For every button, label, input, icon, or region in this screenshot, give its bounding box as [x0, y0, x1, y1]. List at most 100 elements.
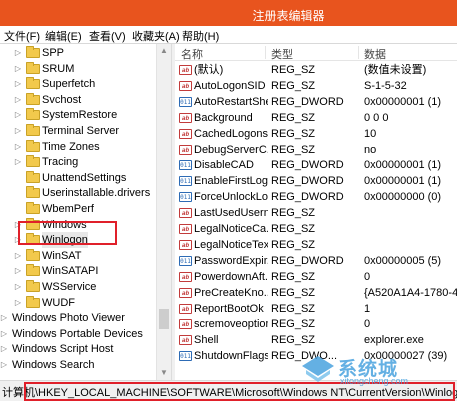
tree-item[interactable]: ▷ WinSATAPI — [0, 263, 160, 279]
tree-item[interactable]: WbemPerf — [0, 201, 160, 217]
string-value-icon: ab — [179, 208, 192, 219]
registry-tree: ▷ SPP ▷ SRUM ▷ Superfetch ▷ Svchost ▷ SystemResto… — [0, 44, 171, 380]
registry-value-row[interactable]: ab DebugServerC... REG_SZ no — [175, 142, 457, 158]
expand-arrow-icon[interactable]: ▷ — [14, 154, 22, 170]
value-data: explorer.exe — [364, 334, 424, 347]
expand-arrow-icon[interactable]: ▷ — [14, 107, 22, 123]
registry-value-row[interactable]: ab ReportBootOk REG_SZ 1 — [175, 301, 457, 317]
tree-item[interactable]: ▷ WUDF — [0, 295, 160, 311]
expand-arrow-icon[interactable]: ▷ — [14, 76, 22, 92]
string-value-icon: ab — [179, 239, 192, 250]
value-type: REG_SZ — [271, 302, 316, 315]
expand-arrow-icon[interactable]: ▷ — [14, 248, 22, 264]
tree-item[interactable]: ▷ Terminal Server — [0, 123, 160, 139]
tree-item[interactable]: Userinstallable.drivers — [0, 185, 160, 201]
tree-item-label: WinSAT — [42, 249, 82, 262]
tree-item[interactable]: ▷ Windows Photo Viewer — [0, 310, 160, 326]
value-list: 名称 类型 数据 ab (默认) REG_SZ (数值未设置) ab AutoLogonS… — [175, 44, 457, 380]
menu-favorites[interactable]: 收藏夹(A) — [132, 28, 180, 44]
string-value-icon: ab — [179, 319, 192, 330]
column-name[interactable]: 名称 — [181, 46, 203, 62]
highlight-box-winlogon — [18, 221, 117, 245]
tree-scrollbar[interactable]: ▲ ▼ — [156, 44, 171, 380]
registry-value-row[interactable]: abCachedLogons...REG_SZ 10 — [175, 126, 457, 142]
scrollbar-thumb[interactable] — [159, 309, 169, 329]
tree-item[interactable]: ▷ WSService — [0, 279, 160, 295]
registry-value-row[interactable]: ab PowerdownAft... REG_SZ 0 — [175, 269, 457, 285]
value-name: AutoLogonSID — [194, 79, 266, 92]
string-value-icon: ab — [179, 224, 192, 234]
tree-item[interactable]: ▷ Windows Portable Devices — [0, 326, 160, 342]
registry-value-row[interactable]: 011 PasswordExpir... REG_DWORD 0x00000005 (… — [175, 253, 457, 269]
value-type: REG_SZ — [271, 334, 316, 347]
value-data: 0 — [364, 318, 371, 331]
value-type: REG_SZ — [271, 318, 316, 331]
registry-value-row[interactable]: ab Shell REG_SZ explorer.exe — [175, 332, 457, 348]
scroll-up-icon[interactable]: ▲ — [157, 44, 171, 58]
tree-item[interactable]: ▷ Windows Search — [0, 357, 160, 373]
menu-file[interactable]: 文件(F) — [4, 28, 40, 44]
value-type: REG_SZ — [271, 111, 316, 124]
registry-value-row[interactable]: 011EnableFirstLog...REG_DWORD 0x00000001 … — [175, 173, 457, 189]
expand-arrow-icon[interactable]: ▷ — [14, 139, 22, 155]
tree-item-label: Windows Script Host — [12, 343, 114, 356]
expand-arrow-icon[interactable] — [14, 201, 22, 217]
expand-arrow-icon[interactable]: ▷ — [14, 61, 22, 77]
registry-value-row[interactable]: ab Background REG_SZ 0 0 0 — [175, 110, 457, 126]
column-divider[interactable] — [265, 46, 266, 59]
value-type: REG_SZ — [271, 238, 316, 251]
column-divider[interactable] — [358, 46, 359, 59]
tree-item[interactable]: ▷ SRUM — [0, 61, 160, 77]
scroll-down-icon[interactable]: ▼ — [157, 366, 171, 380]
value-name: Shell — [194, 334, 219, 347]
tree-item[interactable]: ▷ Tracing — [0, 154, 160, 170]
value-name: PasswordExpir... — [194, 254, 268, 267]
expand-arrow-icon[interactable]: ▷ — [14, 92, 22, 108]
expand-arrow-icon[interactable]: ▷ — [14, 263, 22, 279]
tree-item[interactable]: ▷ SystemRestore — [0, 107, 160, 123]
registry-value-row[interactable]: ab (默认) REG_SZ (数值未设置) — [175, 62, 457, 78]
expand-arrow-icon[interactable]: ▷ — [0, 357, 8, 373]
expand-arrow-icon[interactable]: ▷ — [14, 123, 22, 139]
registry-value-row[interactable]: ab scremoveoption REG_SZ 0 — [175, 316, 457, 332]
tree-item[interactable]: UnattendSettings — [0, 170, 160, 186]
tree-item[interactable]: ▷ Windows Script Host — [0, 341, 160, 357]
expand-arrow-icon[interactable] — [14, 170, 22, 186]
value-name: DebugServerC... — [194, 143, 268, 156]
tree-item[interactable]: ▷ SPP — [0, 45, 160, 61]
folder-icon — [26, 186, 40, 199]
expand-arrow-icon[interactable]: ▷ — [0, 310, 8, 326]
menu-help[interactable]: 帮助(H) — [182, 28, 219, 44]
registry-value-row[interactable]: ab LegalNoticeText REG_SZ — [175, 237, 457, 253]
value-name: LastUsedUsern... — [194, 207, 268, 220]
column-type[interactable]: 类型 — [271, 46, 293, 62]
string-value-icon: ab — [179, 144, 192, 155]
value-name: ForceUnlockLo... — [194, 191, 268, 204]
menu-view[interactable]: 查看(V) — [89, 28, 126, 44]
expand-arrow-icon[interactable]: ▷ — [14, 45, 22, 61]
registry-value-row[interactable]: abLastUsedUsern...REG_SZ — [175, 205, 457, 221]
expand-arrow-icon[interactable]: ▷ — [14, 295, 22, 311]
tree-item[interactable]: ▷ Time Zones — [0, 139, 160, 155]
binary-value-icon: 011 — [179, 351, 192, 362]
expand-arrow-icon[interactable]: ▷ — [14, 279, 22, 295]
string-value-icon: ab — [179, 128, 192, 139]
registry-value-row[interactable]: 011 DisableCAD REG_DWORD 0x00000001 (1) — [175, 157, 457, 173]
expand-arrow-icon[interactable] — [14, 185, 22, 201]
registry-value-row[interactable]: 011ForceUnlockLo...REG_DWORD 0x00000000 (… — [175, 189, 457, 205]
registry-value-row[interactable]: 011AutoRestartShellREG_DWORD 0x00000001 (… — [175, 94, 457, 110]
value-type: REG_SZ — [271, 286, 316, 299]
tree-item[interactable]: ▷ Svchost — [0, 92, 160, 108]
registry-value-row[interactable]: abPreCreateKno...REG_SZ {A520A1A4-1780-4F… — [175, 285, 457, 301]
expand-arrow-icon[interactable]: ▷ — [0, 326, 8, 342]
expand-arrow-icon[interactable]: ▷ — [0, 341, 8, 357]
value-name: DisableCAD — [194, 159, 254, 172]
registry-value-row[interactable]: ab LegalNoticeCa... REG_SZ — [175, 221, 457, 237]
menu-edit[interactable]: 编辑(E) — [45, 28, 82, 44]
tree-item[interactable]: ▷ WinSAT — [0, 248, 160, 264]
registry-value-row[interactable]: ab AutoLogonSID REG_SZ S-1-5-32 — [175, 78, 457, 94]
value-data: 0x00000005 (5) — [364, 254, 442, 267]
tree-item[interactable]: ▷ Superfetch — [0, 76, 160, 92]
folder-icon — [26, 202, 40, 214]
column-data[interactable]: 数据 — [364, 46, 386, 62]
